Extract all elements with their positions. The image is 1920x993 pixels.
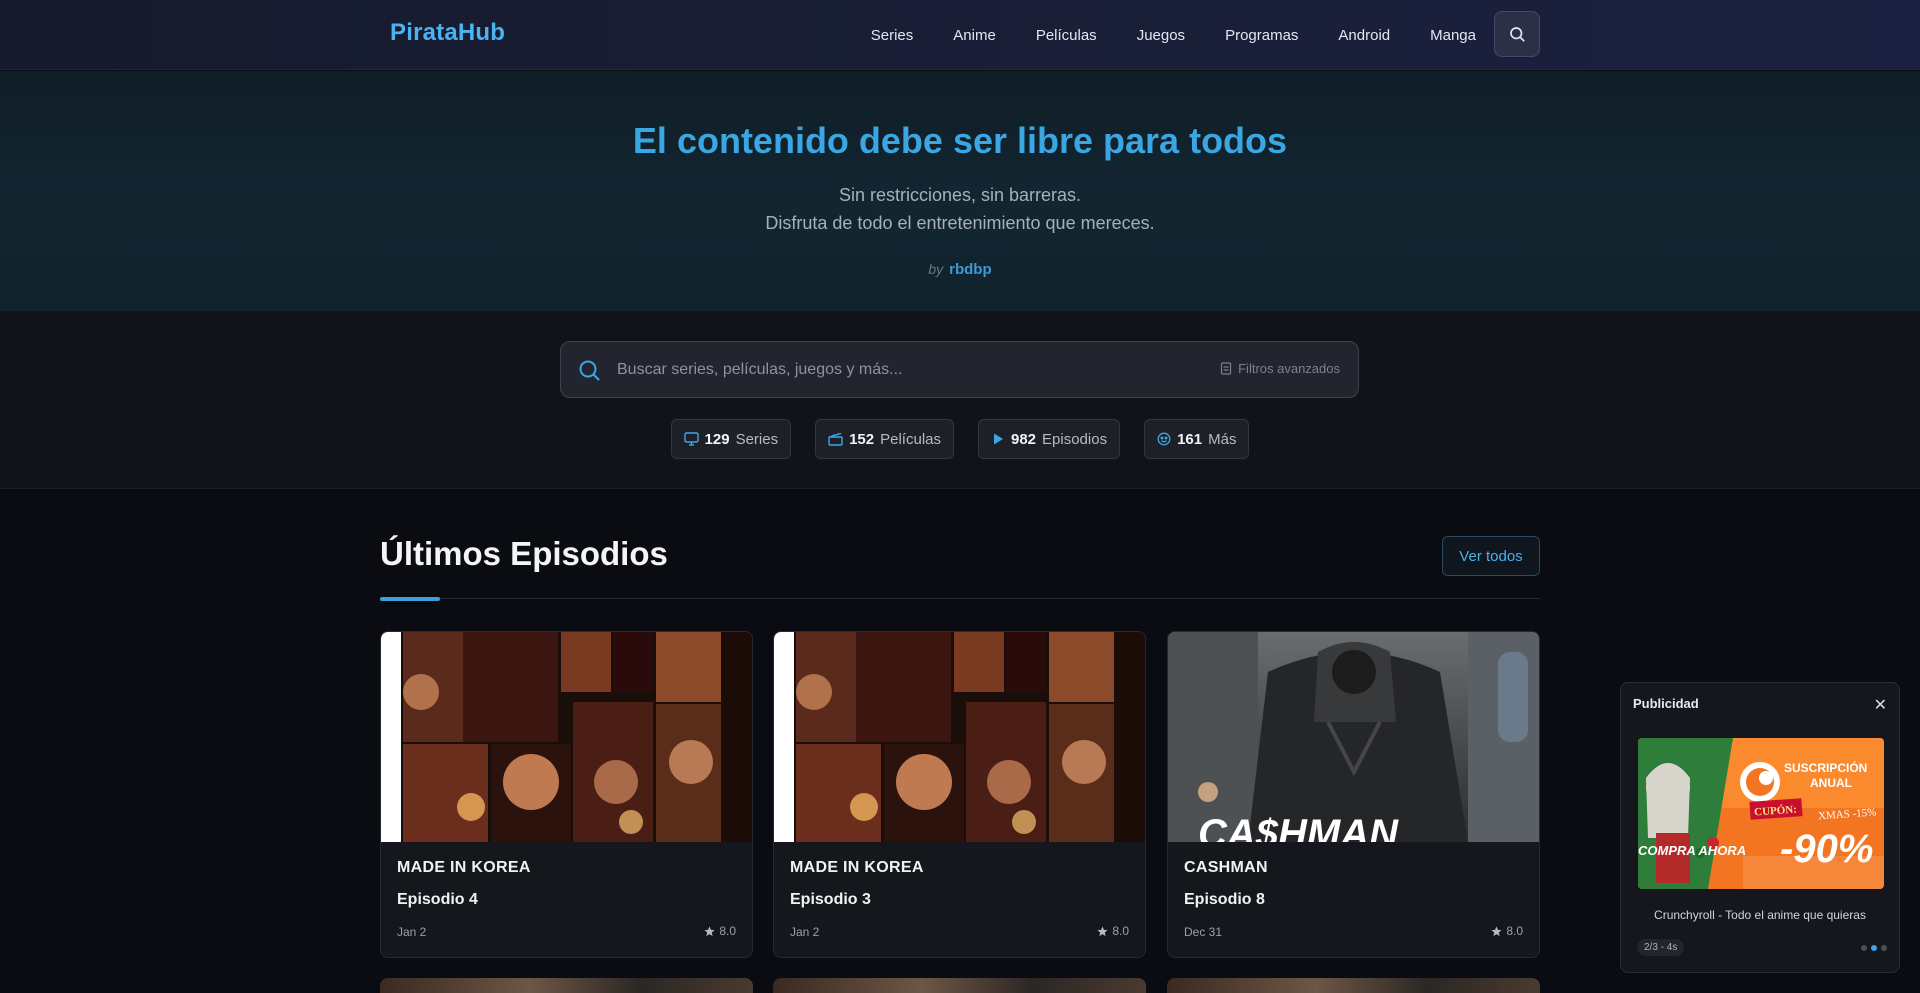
card-date: Jan 2 xyxy=(397,925,427,939)
nav-search-button[interactable] xyxy=(1494,11,1540,57)
search-icon xyxy=(579,360,600,381)
stat-episodios-label: Episodios xyxy=(1042,430,1108,448)
episode-card[interactable]: MADE IN KOREA Episodio 3 Jan 2 8.0 xyxy=(773,631,1146,958)
film-icon xyxy=(828,432,843,446)
play-icon xyxy=(994,433,1003,445)
episode-thumbnail[interactable]: CA$HMAN xyxy=(1168,632,1539,842)
top-navbar: PirataHub Series Anime Películas Juegos … xyxy=(0,0,1920,70)
nav-links: Series Anime Películas Juegos Programas … xyxy=(831,0,1476,70)
nav-link-android[interactable]: Android xyxy=(1338,27,1390,44)
ad-carousel-dots xyxy=(1861,945,1887,951)
ad-banner-line1: SUSCRIPCIÓN xyxy=(1784,760,1867,775)
stat-series[interactable]: 129 Series xyxy=(670,419,792,459)
card-rating: 8.0 xyxy=(1097,924,1129,938)
stat-series-label: Series xyxy=(735,430,779,448)
cashman-poster-text: CA$HMAN xyxy=(1198,812,1399,842)
hero-subtitle-line2: Disfruta de todo el entretenimiento que … xyxy=(765,213,1155,233)
ad-counter: 2/3 - 4s xyxy=(1637,939,1685,956)
hero-banner: El contenido debe ser libre para todos S… xyxy=(0,71,1920,311)
section-accent-bar xyxy=(380,597,440,601)
tv-icon xyxy=(683,432,699,446)
card-rating-value: 8.0 xyxy=(1112,924,1129,938)
ad-dot-active[interactable] xyxy=(1871,945,1877,951)
star-icon xyxy=(1097,925,1108,936)
card-date: Dec 31 xyxy=(1184,925,1223,939)
ad-title: Publicidad xyxy=(1633,696,1699,711)
star-icon xyxy=(704,925,715,936)
card-rating-value: 8.0 xyxy=(1506,924,1523,938)
episode-card-partial[interactable] xyxy=(773,978,1146,993)
site-logo[interactable]: PirataHub xyxy=(390,19,505,47)
card-rating-value: 8.0 xyxy=(719,924,736,938)
card-date: Jan 2 xyxy=(790,925,820,939)
card-episode-label: Episodio 4 xyxy=(397,891,478,908)
stat-series-count: 129 xyxy=(704,430,730,448)
section-divider xyxy=(380,598,1540,599)
episode-thumbnail[interactable] xyxy=(381,632,752,842)
close-icon[interactable]: ✕ xyxy=(1874,695,1887,715)
episode-card-partial[interactable] xyxy=(380,978,753,993)
hero-credit: by rbdbp xyxy=(0,261,1920,278)
ad-dot[interactable] xyxy=(1861,945,1867,951)
nav-link-programas[interactable]: Programas xyxy=(1225,27,1298,44)
globe-icon xyxy=(1157,432,1171,446)
ad-discount: -90% xyxy=(1780,827,1873,871)
stats-row: 129 Series 152 Películas 982 Episodios 1… xyxy=(0,419,1920,459)
ad-banner-image[interactable]: SUSCRIPCIÓN ANUAL CUPÓN: XMAS -15% COMPR… xyxy=(1638,738,1884,889)
view-all-button[interactable]: Ver todos xyxy=(1442,536,1540,576)
advanced-filters-button[interactable]: Filtros avanzados xyxy=(1220,361,1340,376)
episode-card-partial[interactable] xyxy=(1167,978,1540,993)
nav-link-manga[interactable]: Manga xyxy=(1430,27,1476,44)
card-show-title[interactable]: CASHMAN xyxy=(1184,859,1268,877)
card-episode-label: Episodio 8 xyxy=(1184,891,1265,908)
main-search-input[interactable] xyxy=(617,342,1177,397)
card-rating: 8.0 xyxy=(1491,924,1523,938)
episode-thumbnail[interactable] xyxy=(774,632,1145,842)
nav-link-peliculas[interactable]: Películas xyxy=(1036,27,1097,44)
stat-peliculas-count: 152 xyxy=(849,430,875,448)
ad-dot[interactable] xyxy=(1881,945,1887,951)
credit-author[interactable]: rbdbp xyxy=(949,261,992,278)
ad-caption[interactable]: Crunchyroll - Todo el anime que quieras xyxy=(1621,908,1899,922)
stat-mas-label: Más xyxy=(1208,430,1237,448)
card-show-title[interactable]: MADE IN KOREA xyxy=(790,859,924,877)
nav-link-anime[interactable]: Anime xyxy=(953,27,996,44)
card-show-title[interactable]: MADE IN KOREA xyxy=(397,859,531,877)
stat-episodios[interactable]: 982 Episodios xyxy=(978,419,1121,459)
card-episode-label: Episodio 3 xyxy=(790,891,871,908)
ad-popup: Publicidad ✕ SUSCRIPCIÓN ANUAL CUPÓN: XM… xyxy=(1620,682,1900,973)
nav-link-juegos[interactable]: Juegos xyxy=(1137,27,1185,44)
main-search-box: Filtros avanzados xyxy=(560,341,1359,398)
section-title: Últimos Episodios xyxy=(380,535,668,572)
hero-subtitle-line1: Sin restricciones, sin barreras. xyxy=(838,185,1082,205)
ad-cta: COMPRA AHORA xyxy=(1638,843,1746,858)
filter-doc-icon xyxy=(1221,362,1232,375)
card-rating: 8.0 xyxy=(704,924,736,938)
search-icon xyxy=(1510,27,1525,42)
hero-title: El contenido debe ser libre para todos xyxy=(632,120,1288,161)
advanced-filters-label: Filtros avanzados xyxy=(1238,361,1340,376)
search-section: Filtros avanzados 129 Series 152 Películ… xyxy=(0,311,1920,489)
credit-by-label: by xyxy=(928,261,944,277)
star-icon xyxy=(1491,925,1502,936)
episode-card[interactable]: CA$HMAN CASHMAN Episodio 8 Dec 31 8.0 xyxy=(1167,631,1540,958)
nav-link-series[interactable]: Series xyxy=(871,27,914,44)
stat-peliculas[interactable]: 152 Películas xyxy=(815,419,954,459)
stat-mas-count: 161 xyxy=(1177,430,1203,448)
stat-mas[interactable]: 161 Más xyxy=(1144,419,1250,459)
ad-banner-line2: ANUAL xyxy=(1810,776,1852,790)
stat-peliculas-label: Películas xyxy=(880,430,941,448)
stat-episodios-count: 982 xyxy=(1011,430,1037,448)
episode-card[interactable]: MADE IN KOREA Episodio 4 Jan 2 8.0 xyxy=(380,631,753,958)
